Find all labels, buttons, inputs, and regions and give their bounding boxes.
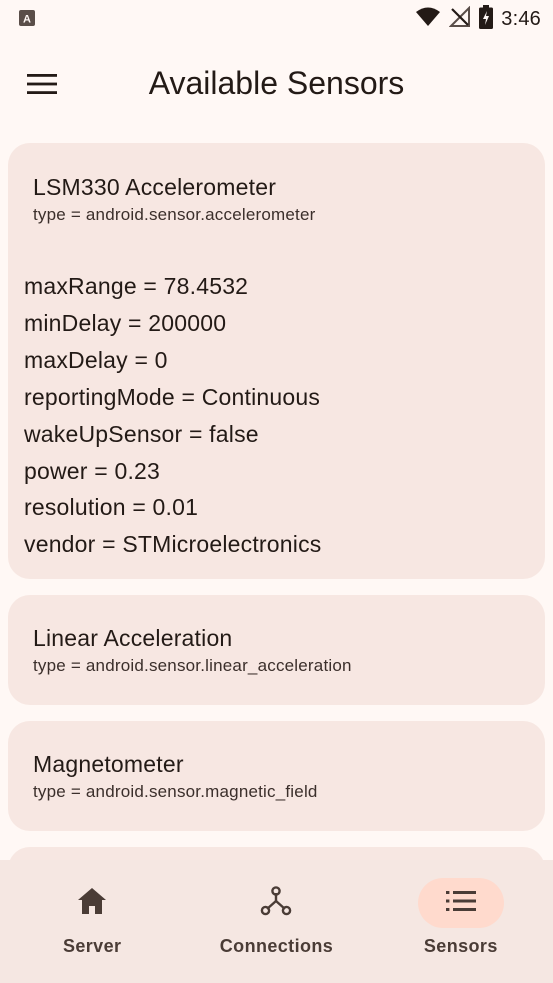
- sensor-type: type = android.sensor.accelerometer: [33, 205, 316, 224]
- no-signal-icon: [448, 5, 471, 33]
- battery-charging-icon: [479, 4, 494, 34]
- nav-indicator: [49, 878, 135, 928]
- sensor-details: maxRange = 78.4532 minDelay = 200000 max…: [8, 226, 545, 575]
- nav-label: Sensors: [423, 936, 498, 956]
- sensor-card-magnetometer[interactable]: Magnetometer type = android.sensor.magne…: [8, 721, 545, 831]
- hub-icon: [260, 885, 292, 921]
- sensor-name: LSM330 Accelerometer: [33, 174, 277, 200]
- list-icon: [445, 890, 476, 916]
- sensor-name: Magnetometer: [33, 751, 184, 777]
- sensor-card-linear-acceleration[interactable]: Linear Acceleration type = android.senso…: [8, 595, 545, 705]
- nav-item-server[interactable]: Server: [0, 860, 184, 983]
- sensor-name: Linear Acceleration: [33, 625, 233, 651]
- status-bar: A 3:46: [0, 0, 553, 38]
- page-title: Available Sensors: [148, 65, 405, 101]
- nav-indicator: [233, 878, 319, 928]
- detail-power: power = 0.23: [24, 457, 161, 484]
- home-icon: [77, 887, 107, 920]
- app-notification-icon: A: [18, 9, 36, 27]
- nav-label: Server: [62, 936, 122, 956]
- sensor-card-accelerometer[interactable]: LSM330 Accelerometer type = android.sens…: [8, 143, 545, 579]
- status-time: 3:46: [501, 7, 541, 30]
- detail-max-range: maxRange = 78.4532: [24, 273, 249, 299]
- detail-max-delay: maxDelay = 0: [24, 346, 168, 373]
- detail-wake-up-sensor: wakeUpSensor = false: [24, 420, 259, 447]
- sensor-type: type = android.sensor.linear_acceleratio…: [33, 656, 352, 675]
- bottom-navigation: Server Connections Sensors: [0, 860, 553, 983]
- detail-min-delay: minDelay = 200000: [24, 309, 227, 336]
- nav-indicator: [417, 878, 504, 928]
- nav-item-connections[interactable]: Connections: [184, 860, 368, 983]
- detail-vendor: vendor = STMicroelectronics: [24, 531, 322, 558]
- sensor-list[interactable]: LSM330 Accelerometer type = android.sens…: [8, 143, 545, 973]
- status-icons: 3:46: [415, 4, 541, 34]
- detail-resolution: resolution = 0.01: [24, 494, 199, 521]
- nav-label: Connections: [219, 936, 334, 956]
- sensor-type: type = android.sensor.magnetic_field: [33, 782, 318, 801]
- nav-item-sensors[interactable]: Sensors: [369, 860, 553, 983]
- svg-text:A: A: [23, 14, 31, 26]
- detail-reporting-mode: reportingMode = Continuous: [24, 383, 321, 410]
- top-app-bar: Available Sensors: [0, 52, 553, 120]
- wifi-icon: [415, 6, 441, 33]
